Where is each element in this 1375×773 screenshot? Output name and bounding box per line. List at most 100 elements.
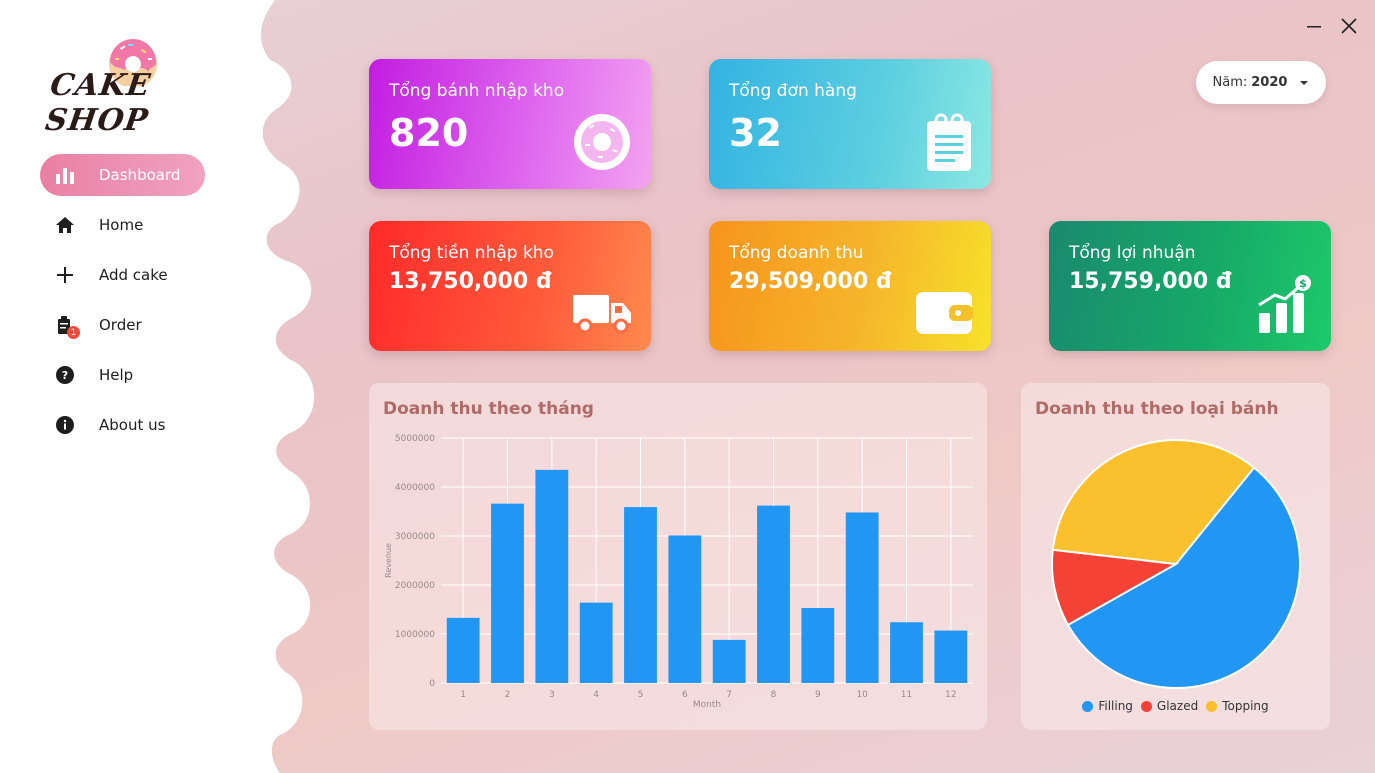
legend-dot: [1206, 700, 1218, 712]
bar-month-5[interactable]: [624, 507, 657, 683]
home-icon: [54, 214, 76, 236]
sidebar-item-label: Order: [99, 316, 142, 334]
x-tick-label: 1: [460, 690, 466, 700]
card-label: Tổng đơn hàng: [729, 81, 857, 101]
sidebar-item-label: About us: [99, 416, 166, 434]
sidebar-item-about-us[interactable]: About us: [40, 404, 205, 446]
legend-dot: [1140, 700, 1152, 712]
close-button[interactable]: [1337, 14, 1361, 38]
card-profit: Tổng lợi nhuận 15,759,000 đ $: [1049, 221, 1331, 351]
y-tick-label: 3000000: [395, 532, 435, 542]
x-tick-label: 11: [901, 690, 912, 700]
app-window: CAKE SHOP Dashboard Home Add cake 1 Orde…: [0, 0, 1375, 773]
x-tick-label: 7: [726, 690, 732, 700]
wallet-icon: [916, 292, 973, 334]
sidebar-item-label: Home: [99, 216, 144, 234]
legend-label: Filling: [1098, 699, 1133, 713]
sidebar: CAKE SHOP Dashboard Home Add cake 1 Orde…: [0, 0, 240, 773]
svg-text:$: $: [1299, 277, 1307, 290]
card-value: 29,509,000 đ: [729, 269, 892, 294]
info-icon: [54, 414, 76, 436]
card-label: Tổng doanh thu: [729, 243, 864, 263]
card-label: Tổng bánh nhập kho: [389, 81, 565, 101]
caret-down-icon: [1300, 80, 1309, 85]
card-value: 15,759,000 đ: [1069, 269, 1232, 294]
pie-legend: Filling Glazed Topping: [1021, 699, 1330, 713]
legend-item-topping[interactable]: Topping: [1206, 699, 1269, 713]
bar-month-9[interactable]: [801, 608, 835, 683]
y-tick-label: 2000000: [395, 581, 435, 591]
sidebar-item-home[interactable]: Home: [40, 204, 205, 246]
card-revenue: Tổng doanh thu 29,509,000 đ: [709, 221, 991, 351]
x-tick-label: 2: [505, 690, 511, 700]
x-tick-label: 10: [856, 690, 868, 700]
y-tick-label: 1000000: [395, 630, 435, 640]
x-tick-label: 5: [638, 690, 644, 700]
order-icon: 1: [54, 314, 80, 339]
minus-icon: [1307, 26, 1321, 28]
sidebar-item-order[interactable]: 1 Order: [40, 304, 205, 346]
sidebar-item-label: Dashboard: [99, 166, 181, 184]
legend-label: Glazed: [1156, 699, 1199, 713]
bar-month-11[interactable]: [890, 622, 923, 683]
bar-month-10[interactable]: [845, 512, 879, 683]
legend-item-filling[interactable]: Filling: [1082, 699, 1133, 713]
x-tick-label: 6: [682, 690, 688, 700]
bar-month-8[interactable]: [757, 505, 790, 683]
card-orders: Tổng đơn hàng 32: [709, 59, 991, 189]
sidebar-item-dashboard[interactable]: Dashboard: [40, 154, 205, 196]
order-badge: 1: [67, 326, 80, 339]
year-select[interactable]: Năm: 2020: [1196, 61, 1326, 104]
year-select-value: 2020: [1251, 75, 1288, 90]
sidebar-item-add-cake[interactable]: Add cake: [40, 254, 205, 296]
help-icon: ?: [54, 364, 76, 386]
clipboard-icon: [927, 113, 971, 171]
legend-item-glazed[interactable]: Glazed: [1140, 699, 1199, 713]
card-stock-cost: Tổng tiền nhập kho 13,750,000 đ: [369, 221, 651, 351]
x-tick-label: 12: [945, 690, 956, 700]
donut-icon: [574, 114, 630, 170]
card-label: Tổng tiền nhập kho: [389, 243, 554, 263]
sidebar-item-label: Help: [99, 366, 134, 384]
y-tick-label: 0: [429, 679, 435, 689]
sidebar-item-label: Add cake: [99, 266, 168, 284]
monthly-revenue-panel: Doanh thu theo tháng 0 1000000 2000000 3000…: [369, 383, 987, 730]
card-stock-cakes: Tổng bánh nhập kho 820: [369, 59, 651, 189]
bar-month-12[interactable]: [934, 630, 968, 683]
legend-label: Topping: [1222, 699, 1269, 713]
bar-month-4[interactable]: [579, 602, 613, 683]
growth-chart-icon: $: [1258, 275, 1311, 333]
sidebar-nav: Dashboard Home Add cake 1 Order ? Help A…: [40, 154, 205, 454]
year-select-label: Năm:: [1212, 75, 1248, 90]
card-label: Tổng lợi nhuận: [1069, 243, 1196, 263]
cake-type-revenue-chart: [1051, 439, 1301, 689]
x-tick-label: 8: [771, 690, 777, 700]
y-tick-label: 5000000: [395, 434, 435, 444]
card-value: 13,750,000 đ: [389, 269, 552, 294]
card-value: 820: [389, 111, 469, 155]
y-tick-label: 4000000: [395, 483, 435, 493]
x-axis-label: Month: [693, 700, 721, 710]
x-tick-label: 4: [593, 690, 599, 700]
minimize-button[interactable]: [1302, 14, 1326, 38]
monthly-revenue-chart: 0100000020000003000000400000050000001 2 3 4…: [384, 434, 973, 710]
bar-chart-icon: [54, 164, 76, 186]
truck-icon: [573, 295, 631, 334]
y-axis-label: Revenue: [384, 543, 393, 578]
bar-month-2[interactable]: [491, 503, 524, 683]
x-tick-label: 9: [815, 690, 821, 700]
bar-month-1[interactable]: [446, 617, 480, 683]
bar-month-7[interactable]: [712, 639, 746, 683]
cake-type-revenue-panel: Doanh thu theo loại bánh Filling Glazed …: [1021, 383, 1330, 730]
bar-month-6[interactable]: [668, 535, 702, 683]
sidebar-item-help[interactable]: ? Help: [40, 354, 205, 396]
bar-month-3[interactable]: [535, 469, 569, 683]
legend-dot: [1082, 700, 1094, 712]
brand-name: CAKE SHOP: [43, 68, 154, 138]
x-tick-label: 3: [549, 690, 555, 700]
svg-text:?: ?: [62, 369, 68, 382]
plus-icon: [54, 264, 76, 286]
x-icon: [1341, 18, 1357, 34]
brand-logo: CAKE SHOP: [43, 36, 224, 138]
card-value: 32: [729, 111, 782, 155]
